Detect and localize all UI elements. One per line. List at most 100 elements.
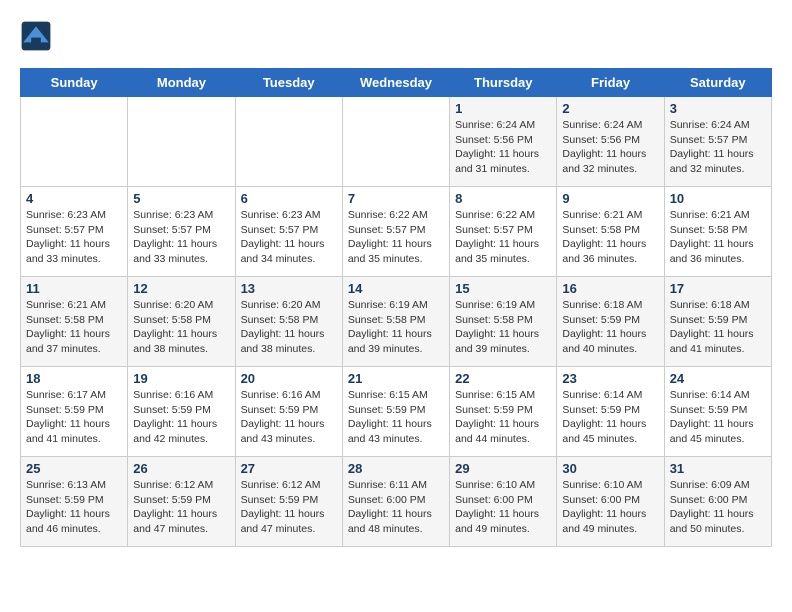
day-info: Sunrise: 6:22 AMSunset: 5:57 PMDaylight:… (455, 208, 551, 267)
calendar-week-3: 11 Sunrise: 6:21 AMSunset: 5:58 PMDayligh… (21, 277, 772, 367)
weekday-header-saturday: Saturday (664, 69, 771, 97)
day-number: 20 (241, 371, 337, 386)
calendar-cell: 19 Sunrise: 6:16 AMSunset: 5:59 PMDayligh… (128, 367, 235, 457)
day-number: 9 (562, 191, 658, 206)
calendar-body: 1 Sunrise: 6:24 AMSunset: 5:56 PMDaylight… (21, 97, 772, 547)
day-info: Sunrise: 6:24 AMSunset: 5:56 PMDaylight:… (562, 118, 658, 177)
day-info: Sunrise: 6:10 AMSunset: 6:00 PMDaylight:… (455, 478, 551, 537)
calendar-cell: 15 Sunrise: 6:19 AMSunset: 5:58 PMDayligh… (450, 277, 557, 367)
day-number: 1 (455, 101, 551, 116)
day-number: 15 (455, 281, 551, 296)
day-info: Sunrise: 6:21 AMSunset: 5:58 PMDaylight:… (670, 208, 766, 267)
day-number: 31 (670, 461, 766, 476)
day-number: 29 (455, 461, 551, 476)
weekday-header-row: SundayMondayTuesdayWednesdayThursdayFrid… (21, 69, 772, 97)
day-info: Sunrise: 6:18 AMSunset: 5:59 PMDaylight:… (562, 298, 658, 357)
day-number: 3 (670, 101, 766, 116)
day-number: 2 (562, 101, 658, 116)
calendar-cell: 18 Sunrise: 6:17 AMSunset: 5:59 PMDayligh… (21, 367, 128, 457)
calendar-cell (21, 97, 128, 187)
calendar-cell: 14 Sunrise: 6:19 AMSunset: 5:58 PMDayligh… (342, 277, 449, 367)
day-info: Sunrise: 6:15 AMSunset: 5:59 PMDaylight:… (348, 388, 444, 447)
calendar-cell: 21 Sunrise: 6:15 AMSunset: 5:59 PMDayligh… (342, 367, 449, 457)
calendar-week-2: 4Sunrise: 6:23 AMSunset: 5:57 PMDaylight… (21, 187, 772, 277)
calendar-cell: 24 Sunrise: 6:14 AMSunset: 5:59 PMDayligh… (664, 367, 771, 457)
day-info: Sunrise: 6:10 AMSunset: 6:00 PMDaylight:… (562, 478, 658, 537)
day-info: Sunrise: 6:23 AMSunset: 5:57 PMDaylight:… (26, 208, 122, 267)
day-info: Sunrise: 6:16 AMSunset: 5:59 PMDaylight:… (241, 388, 337, 447)
day-number: 14 (348, 281, 444, 296)
calendar-cell: 1 Sunrise: 6:24 AMSunset: 5:56 PMDaylight… (450, 97, 557, 187)
day-number: 26 (133, 461, 229, 476)
calendar-cell: 3Sunrise: 6:24 AMSunset: 5:57 PMDaylight… (664, 97, 771, 187)
calendar-cell (128, 97, 235, 187)
weekday-header-thursday: Thursday (450, 69, 557, 97)
logo-icon (20, 20, 52, 52)
day-info: Sunrise: 6:13 AMSunset: 5:59 PMDaylight:… (26, 478, 122, 537)
calendar-cell: 13 Sunrise: 6:20 AMSunset: 5:58 PMDayligh… (235, 277, 342, 367)
calendar-cell: 2 Sunrise: 6:24 AMSunset: 5:56 PMDaylight… (557, 97, 664, 187)
day-number: 17 (670, 281, 766, 296)
calendar-table: SundayMondayTuesdayWednesdayThursdayFrid… (20, 68, 772, 547)
day-info: Sunrise: 6:15 AMSunset: 5:59 PMDaylight:… (455, 388, 551, 447)
calendar-cell: 25Sunrise: 6:13 AMSunset: 5:59 PMDayligh… (21, 457, 128, 547)
day-info: Sunrise: 6:21 AMSunset: 5:58 PMDaylight:… (26, 298, 122, 357)
calendar-cell: 7 Sunrise: 6:22 AMSunset: 5:57 PMDaylight… (342, 187, 449, 277)
calendar-cell: 8 Sunrise: 6:22 AMSunset: 5:57 PMDaylight… (450, 187, 557, 277)
day-number: 28 (348, 461, 444, 476)
day-number: 30 (562, 461, 658, 476)
day-info: Sunrise: 6:23 AMSunset: 5:57 PMDaylight:… (241, 208, 337, 267)
day-number: 7 (348, 191, 444, 206)
calendar-cell: 29 Sunrise: 6:10 AMSunset: 6:00 PMDayligh… (450, 457, 557, 547)
calendar-week-4: 18 Sunrise: 6:17 AMSunset: 5:59 PMDayligh… (21, 367, 772, 457)
calendar-cell: 16 Sunrise: 6:18 AMSunset: 5:59 PMDayligh… (557, 277, 664, 367)
day-info: Sunrise: 6:11 AMSunset: 6:00 PMDaylight:… (348, 478, 444, 537)
day-number: 11 (26, 281, 122, 296)
day-info: Sunrise: 6:17 AMSunset: 5:59 PMDaylight:… (26, 388, 122, 447)
day-info: Sunrise: 6:19 AMSunset: 5:58 PMDaylight:… (348, 298, 444, 357)
calendar-week-1: 1 Sunrise: 6:24 AMSunset: 5:56 PMDaylight… (21, 97, 772, 187)
calendar-cell: 26Sunrise: 6:12 AMSunset: 5:59 PMDayligh… (128, 457, 235, 547)
day-number: 21 (348, 371, 444, 386)
day-info: Sunrise: 6:16 AMSunset: 5:59 PMDaylight:… (133, 388, 229, 447)
day-info: Sunrise: 6:20 AMSunset: 5:58 PMDaylight:… (133, 298, 229, 357)
day-info: Sunrise: 6:12 AMSunset: 5:59 PMDaylight:… (241, 478, 337, 537)
day-number: 24 (670, 371, 766, 386)
weekday-header-monday: Monday (128, 69, 235, 97)
day-info: Sunrise: 6:21 AMSunset: 5:58 PMDaylight:… (562, 208, 658, 267)
day-number: 18 (26, 371, 122, 386)
calendar-cell (235, 97, 342, 187)
calendar-cell: 4Sunrise: 6:23 AMSunset: 5:57 PMDaylight… (21, 187, 128, 277)
calendar-cell: 30 Sunrise: 6:10 AMSunset: 6:00 PMDayligh… (557, 457, 664, 547)
calendar-cell: 20 Sunrise: 6:16 AMSunset: 5:59 PMDayligh… (235, 367, 342, 457)
weekday-header-tuesday: Tuesday (235, 69, 342, 97)
calendar-cell: 17 Sunrise: 6:18 AMSunset: 5:59 PMDayligh… (664, 277, 771, 367)
day-info: Sunrise: 6:22 AMSunset: 5:57 PMDaylight:… (348, 208, 444, 267)
weekday-header-sunday: Sunday (21, 69, 128, 97)
day-number: 19 (133, 371, 229, 386)
calendar-week-5: 25Sunrise: 6:13 AMSunset: 5:59 PMDayligh… (21, 457, 772, 547)
day-number: 13 (241, 281, 337, 296)
calendar-cell: 31 Sunrise: 6:09 AMSunset: 6:00 PMDayligh… (664, 457, 771, 547)
day-number: 8 (455, 191, 551, 206)
day-number: 5 (133, 191, 229, 206)
day-info: Sunrise: 6:20 AMSunset: 5:58 PMDaylight:… (241, 298, 337, 357)
day-info: Sunrise: 6:14 AMSunset: 5:59 PMDaylight:… (670, 388, 766, 447)
day-info: Sunrise: 6:18 AMSunset: 5:59 PMDaylight:… (670, 298, 766, 357)
calendar-cell: 11 Sunrise: 6:21 AMSunset: 5:58 PMDayligh… (21, 277, 128, 367)
calendar-cell: 22 Sunrise: 6:15 AMSunset: 5:59 PMDayligh… (450, 367, 557, 457)
weekday-header-friday: Friday (557, 69, 664, 97)
day-info: Sunrise: 6:19 AMSunset: 5:58 PMDaylight:… (455, 298, 551, 357)
calendar-cell: 23Sunrise: 6:14 AMSunset: 5:59 PMDayligh… (557, 367, 664, 457)
logo (20, 20, 56, 52)
day-info: Sunrise: 6:09 AMSunset: 6:00 PMDaylight:… (670, 478, 766, 537)
day-number: 16 (562, 281, 658, 296)
day-number: 22 (455, 371, 551, 386)
page-header (20, 20, 772, 52)
calendar-cell: 28 Sunrise: 6:11 AMSunset: 6:00 PMDayligh… (342, 457, 449, 547)
calendar-cell: 27Sunrise: 6:12 AMSunset: 5:59 PMDayligh… (235, 457, 342, 547)
calendar-cell: 6Sunrise: 6:23 AMSunset: 5:57 PMDaylight… (235, 187, 342, 277)
calendar-cell (342, 97, 449, 187)
day-info: Sunrise: 6:24 AMSunset: 5:56 PMDaylight:… (455, 118, 551, 177)
day-number: 12 (133, 281, 229, 296)
